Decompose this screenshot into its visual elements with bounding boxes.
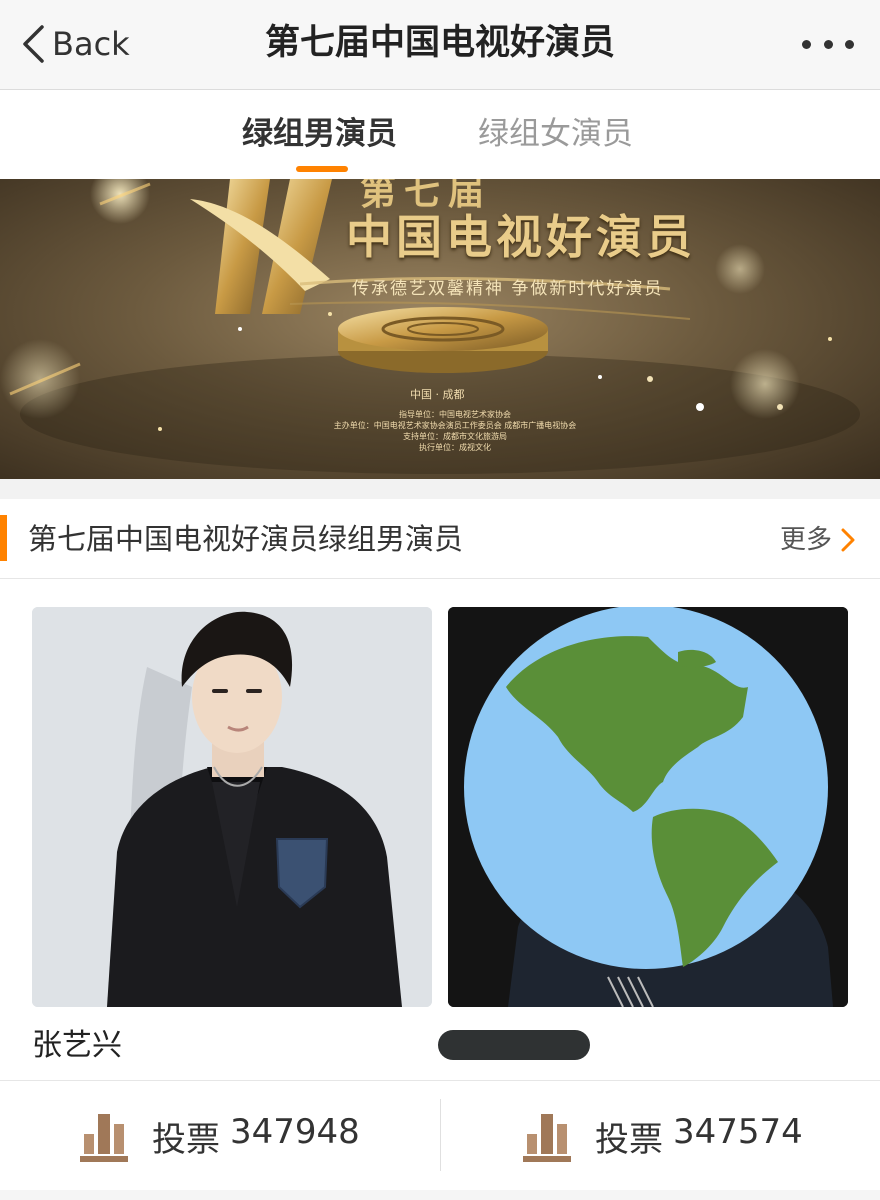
ellipsis-icon (802, 39, 811, 49)
vote-button-1[interactable]: 投票 347948 (0, 1081, 440, 1191)
candidate-portrait (32, 607, 432, 1007)
tab-green-male-actors[interactable]: 绿组男演员 (242, 114, 397, 154)
section-gap (0, 479, 880, 499)
candidate-name-1: 张艺兴 (32, 1028, 122, 1063)
more-options-button[interactable] (802, 32, 854, 56)
section-header: 第七届中国电视好演员绿组男演员 更多 (0, 499, 880, 579)
globe-icon (448, 607, 848, 1007)
section-accent-bar (0, 515, 7, 561)
vote-label: 投票 (595, 1119, 663, 1160)
bar-chart-icon (523, 1114, 571, 1162)
vote-count: 347574 (673, 1111, 803, 1152)
more-link[interactable]: 更多 (780, 523, 856, 557)
active-tab-indicator (296, 166, 348, 172)
redacted-candidate-name-2 (438, 1030, 590, 1060)
vote-bar: 投票 347948 投票 347574 (0, 1080, 880, 1190)
more-label: 更多 (779, 525, 832, 555)
section-title: 第七届中国电视好演员绿组男演员 (28, 522, 464, 556)
bar-chart-icon (80, 1114, 128, 1162)
ellipsis-icon (823, 39, 833, 49)
tab-green-female-actors[interactable]: 绿组女演员 (478, 114, 633, 154)
banner-location: 中国 · 成都 (410, 388, 465, 401)
banner-title: 中国电视好演员 (346, 210, 696, 264)
candidate-photo-2[interactable] (448, 607, 848, 1007)
vote-button-2[interactable]: 投票 347574 (441, 1081, 880, 1191)
chevron-right-icon (841, 528, 855, 552)
vote-label: 投票 (152, 1119, 220, 1160)
ellipsis-icon (845, 39, 854, 49)
event-banner[interactable]: 第七届 中国电视好演员 传承德艺双馨精神 争做新时代好演员 中国 · 成都 指导… (0, 179, 880, 479)
tab-bar: 绿组男演员 绿组女演员 (0, 90, 880, 179)
vote-count: 347948 (230, 1111, 360, 1152)
candidate-photo-1[interactable] (32, 607, 432, 1007)
banner-subtitle: 传承德艺双馨精神 争做新时代好演员 (352, 279, 664, 299)
banner-organizers: 指导单位：中国电视艺术家协会 主办单位：中国电视艺术家协会演员工作委员会 成都市… (333, 410, 577, 452)
bottom-edge (0, 1190, 880, 1200)
navigation-bar: Back 第七届中国电视好演员 (0, 0, 880, 90)
page-title: 第七届中国电视好演员 (264, 23, 615, 63)
